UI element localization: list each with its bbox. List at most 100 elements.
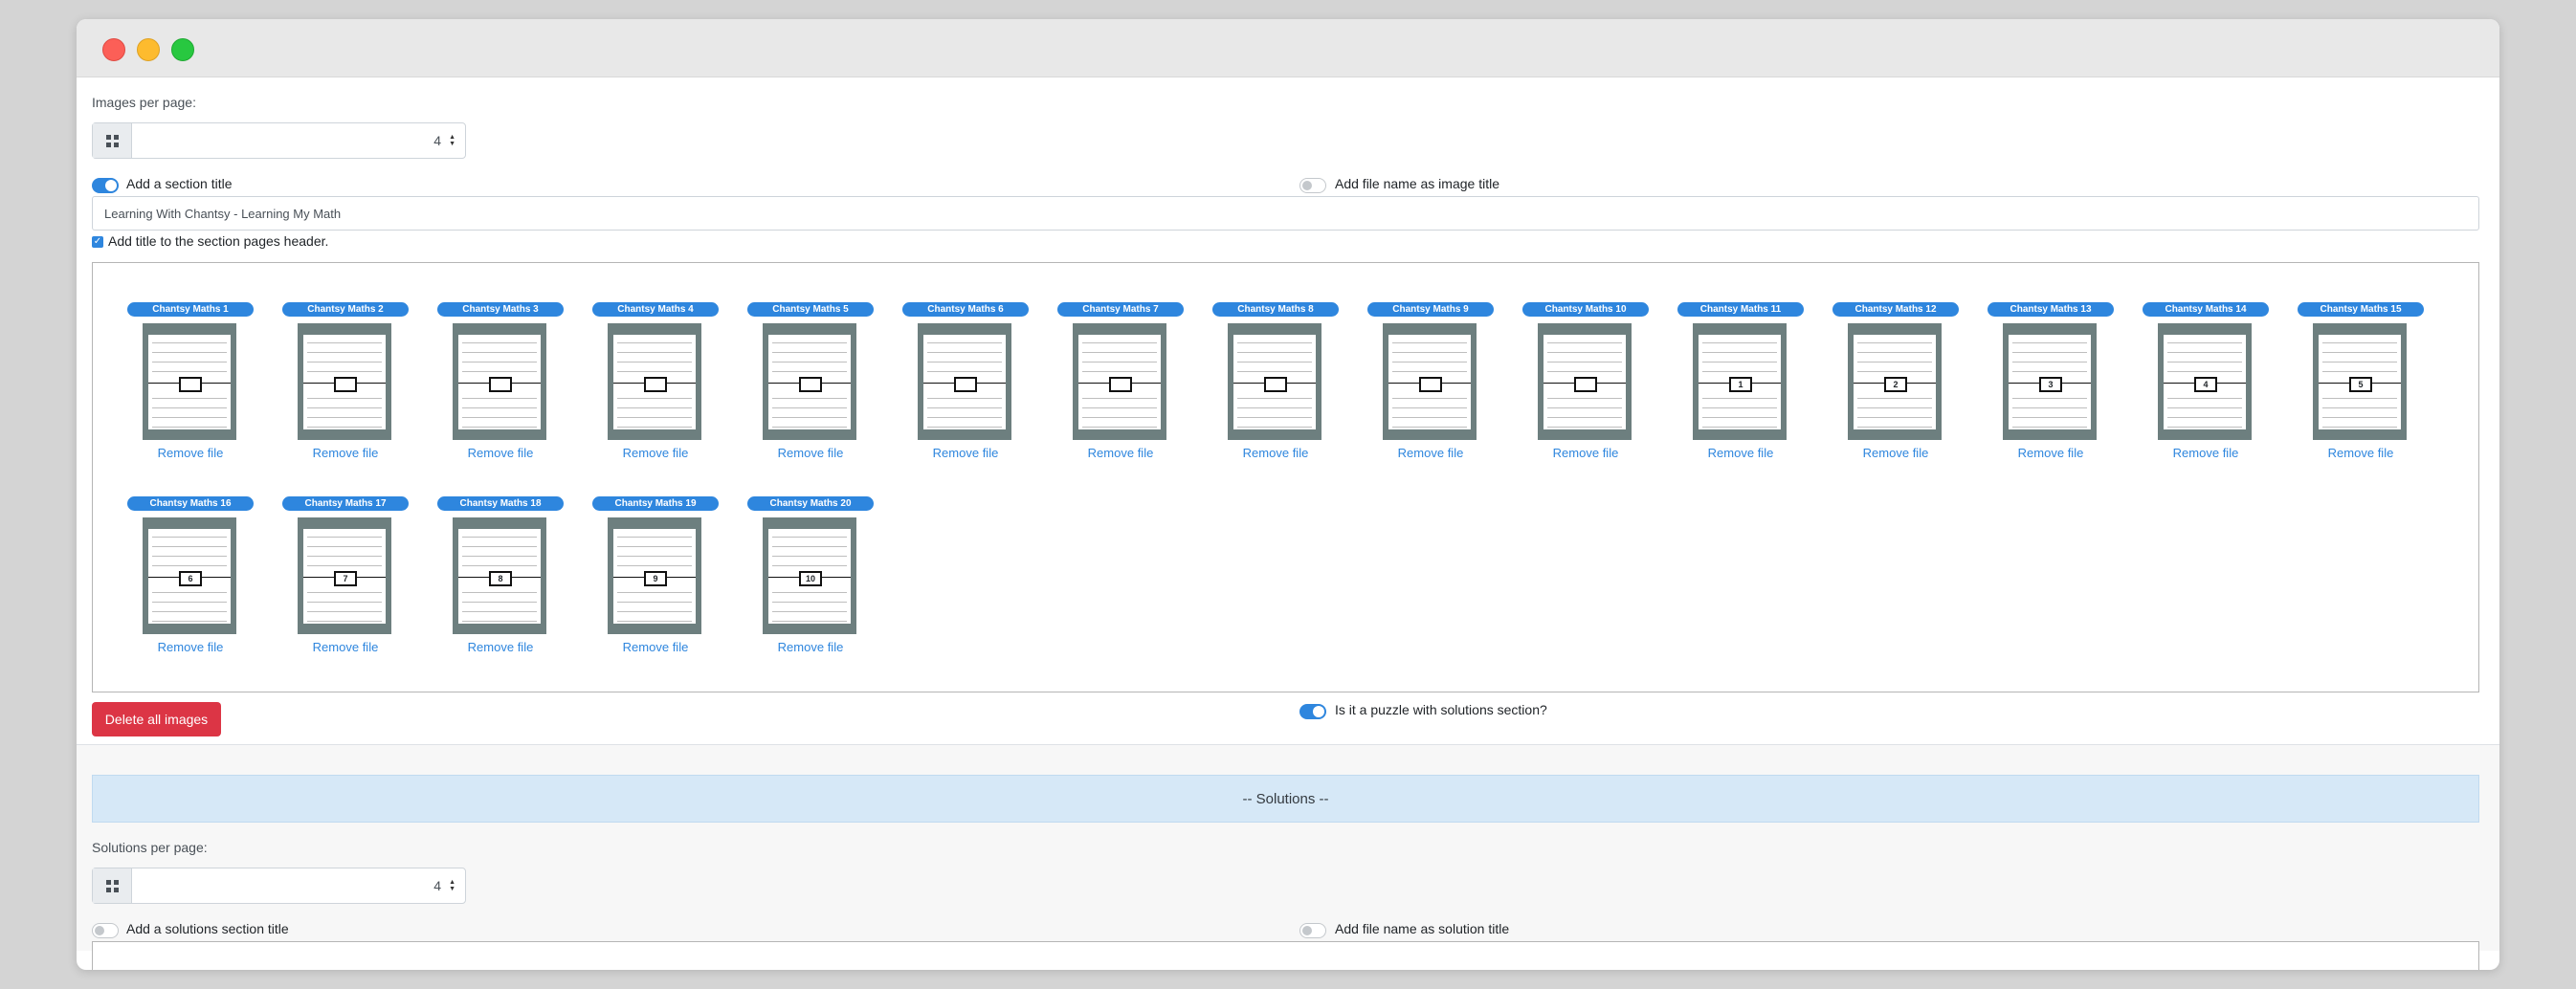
image-preview [608, 323, 701, 440]
remove-file-link[interactable]: Remove file [1057, 446, 1184, 460]
remove-file-link[interactable]: Remove file [127, 640, 254, 654]
remove-file-link[interactable]: Remove file [127, 446, 254, 460]
image-preview [1538, 323, 1632, 440]
remove-file-link[interactable]: Remove file [437, 446, 564, 460]
puzzle-number-box [1419, 377, 1442, 392]
image-preview [918, 323, 1011, 440]
close-window-button[interactable] [102, 38, 125, 61]
solution-file-name-toggle-label: Add file name as solution title [1335, 921, 1510, 936]
solutions-section-title-toggle[interactable] [92, 923, 119, 938]
images-per-page-stepper[interactable]: 4 ▲ ▼ [92, 122, 466, 159]
puzzle-number-box [644, 377, 667, 392]
remove-file-link[interactable]: Remove file [2143, 446, 2269, 460]
title-bar [77, 19, 2499, 77]
grid-icon [93, 868, 132, 903]
puzzle-number-box: 10 [799, 571, 822, 586]
puzzle-number-box [799, 377, 822, 392]
image-name-badge: Chantsy Maths 1 [127, 302, 254, 317]
image-preview: 9 [608, 517, 701, 634]
image-name-badge: Chantsy Maths 8 [1212, 302, 1339, 317]
image-preview [1073, 323, 1166, 440]
image-preview [298, 323, 391, 440]
puzzle-number-box: 8 [489, 571, 512, 586]
puzzle-number-box: 5 [2349, 377, 2372, 392]
remove-file-link[interactable]: Remove file [2298, 446, 2424, 460]
puzzle-number-box [954, 377, 977, 392]
image-preview [1228, 323, 1321, 440]
delete-all-images-button[interactable]: Delete all images [92, 702, 221, 736]
remove-file-link[interactable]: Remove file [1988, 446, 2114, 460]
remove-file-link[interactable]: Remove file [282, 640, 409, 654]
header-checkbox[interactable]: ✓ [92, 236, 103, 248]
image-name-badge: Chantsy Maths 3 [437, 302, 564, 317]
remove-file-link[interactable]: Remove file [437, 640, 564, 654]
remove-file-link[interactable]: Remove file [1367, 446, 1494, 460]
grid-icon [93, 123, 132, 158]
puzzle-solutions-toggle[interactable] [1299, 704, 1326, 719]
puzzle-number-box: 2 [1884, 377, 1907, 392]
image-preview [453, 323, 546, 440]
section-title-toggle[interactable] [92, 178, 119, 193]
image-name-badge: Chantsy Maths 11 [1677, 302, 1804, 317]
solutions-per-page-stepper[interactable]: 4 ▲ ▼ [92, 868, 466, 904]
remove-file-link[interactable]: Remove file [1677, 446, 1804, 460]
solutions-per-page-label: Solutions per page: [92, 840, 208, 855]
image-preview: 8 [453, 517, 546, 634]
remove-file-link[interactable]: Remove file [902, 446, 1029, 460]
image-preview: 2 [1848, 323, 1942, 440]
remove-file-link[interactable]: Remove file [747, 446, 874, 460]
puzzle-number-box: 7 [334, 571, 357, 586]
image-name-badge: Chantsy Maths 7 [1057, 302, 1184, 317]
image-name-badge: Chantsy Maths 5 [747, 302, 874, 317]
solutions-title-input[interactable] [92, 941, 2479, 970]
image-preview: 5 [2313, 323, 2407, 440]
image-preview: 4 [2158, 323, 2252, 440]
image-name-badge: Chantsy Maths 20 [747, 496, 874, 511]
puzzle-number-box [1574, 377, 1597, 392]
maximize-window-button[interactable] [171, 38, 194, 61]
remove-file-link[interactable]: Remove file [592, 640, 719, 654]
image-name-badge: Chantsy Maths 9 [1367, 302, 1494, 317]
remove-file-link[interactable]: Remove file [747, 640, 874, 654]
image-name-badge: Chantsy Maths 12 [1832, 302, 1959, 317]
solutions-header: -- Solutions -- [92, 775, 2479, 823]
images-per-page-label: Images per page: [92, 95, 196, 110]
remove-file-link[interactable]: Remove file [1832, 446, 1959, 460]
remove-file-link[interactable]: Remove file [592, 446, 719, 460]
minimize-window-button[interactable] [137, 38, 160, 61]
remove-file-link[interactable]: Remove file [1522, 446, 1649, 460]
puzzle-number-box [334, 377, 357, 392]
image-preview [1383, 323, 1477, 440]
image-name-badge: Chantsy Maths 18 [437, 496, 564, 511]
image-name-badge: Chantsy Maths 19 [592, 496, 719, 511]
image-name-badge: Chantsy Maths 6 [902, 302, 1029, 317]
puzzle-number-box: 4 [2194, 377, 2217, 392]
image-name-badge: Chantsy Maths 10 [1522, 302, 1649, 317]
images-per-page-value[interactable]: 4 [132, 123, 449, 158]
image-preview: 10 [763, 517, 856, 634]
section-title-toggle-label: Add a section title [126, 176, 233, 191]
image-name-badge: Chantsy Maths 15 [2298, 302, 2424, 317]
image-name-badge: Chantsy Maths 14 [2143, 302, 2269, 317]
image-name-badge: Chantsy Maths 4 [592, 302, 719, 317]
puzzle-number-box [489, 377, 512, 392]
header-checkbox-label: Add title to the section pages header. [108, 233, 329, 249]
stepper-arrows-icon[interactable]: ▲ ▼ [449, 868, 455, 903]
solutions-per-page-value[interactable]: 4 [132, 868, 449, 903]
stepper-arrows-icon[interactable]: ▲ ▼ [449, 123, 455, 158]
image-dropzone[interactable]: Chantsy Maths 1 Remove file Chantsy Maths … [92, 262, 2479, 692]
puzzle-number-box: 6 [179, 571, 202, 586]
puzzle-number-box [1109, 377, 1132, 392]
image-name-badge: Chantsy Maths 16 [127, 496, 254, 511]
section-title-input[interactable]: Learning With Chantsy - Learning My Math [92, 196, 2479, 231]
remove-file-link[interactable]: Remove file [1212, 446, 1339, 460]
image-name-badge: Chantsy Maths 2 [282, 302, 409, 317]
puzzle-solutions-toggle-label: Is it a puzzle with solutions section? [1335, 702, 1547, 717]
file-name-title-toggle[interactable] [1299, 178, 1326, 193]
image-name-badge: Chantsy Maths 13 [1988, 302, 2114, 317]
remove-file-link[interactable]: Remove file [282, 446, 409, 460]
file-name-title-toggle-label: Add file name as image title [1335, 176, 1499, 191]
image-preview: 1 [1693, 323, 1787, 440]
solution-file-name-toggle[interactable] [1299, 923, 1326, 938]
puzzle-number-box [179, 377, 202, 392]
